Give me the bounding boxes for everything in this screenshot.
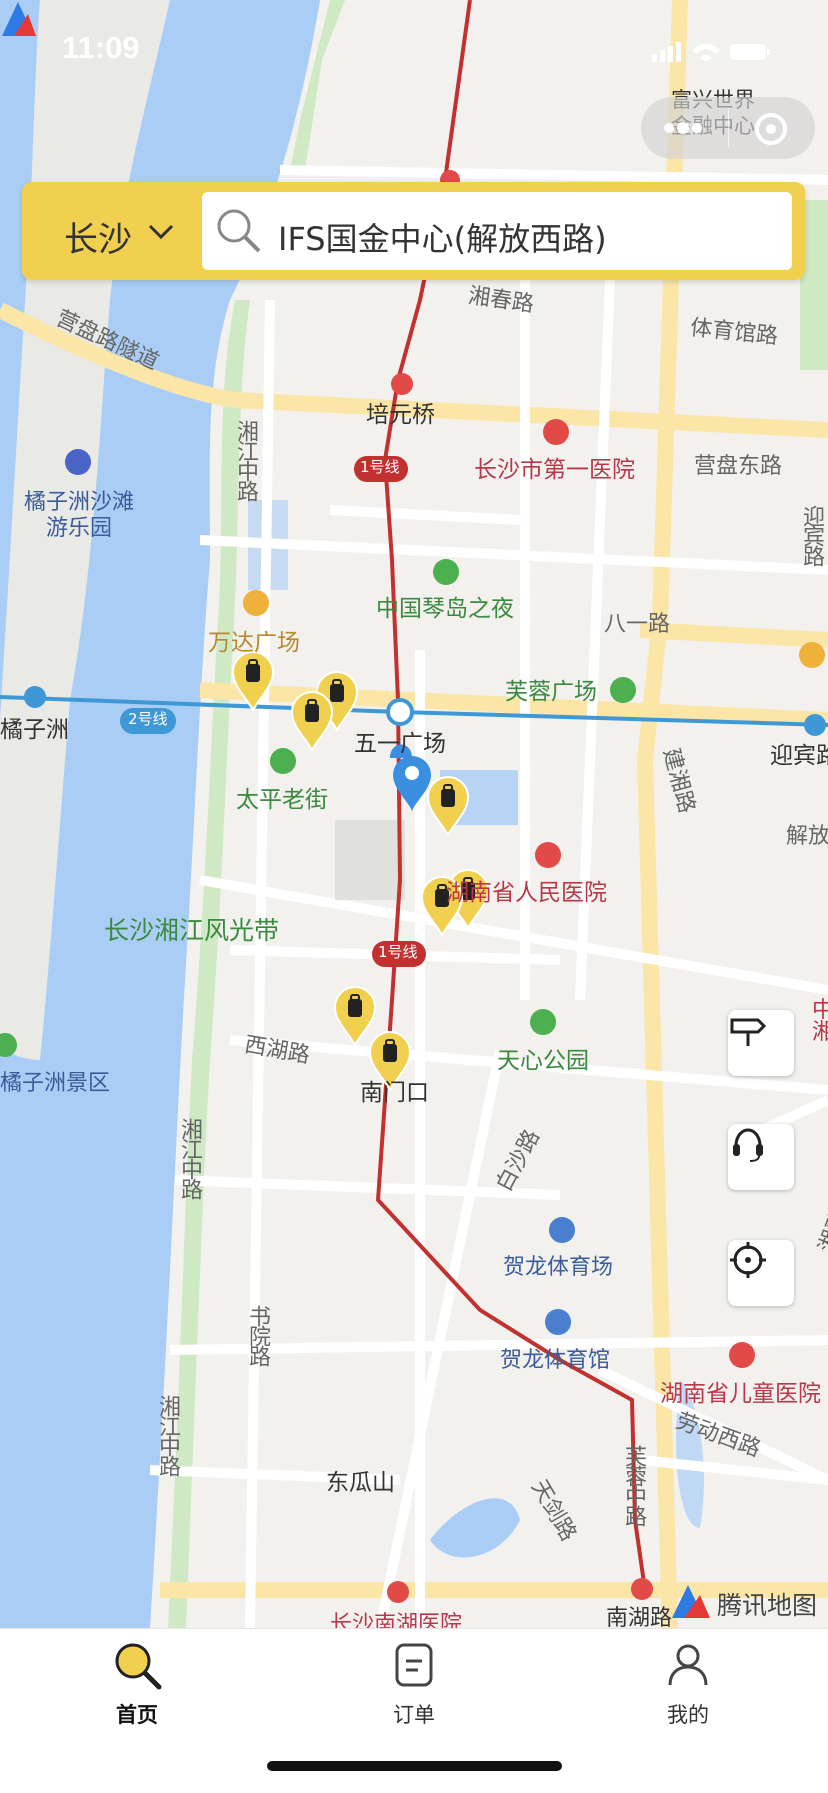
metro-station-label: 南门口 (360, 1080, 429, 1106)
road-label: 营盘东路 (694, 454, 783, 479)
nav-orders-label: 订单 (393, 1703, 435, 1727)
nav-profile[interactable]: 我的 (628, 1639, 748, 1739)
map-provider-label: 腾讯地图 (717, 1591, 818, 1620)
hospital-label: 长沙南湖医院 (330, 1612, 463, 1629)
poi-label: 贺龙体育场 (503, 1255, 614, 1280)
home-indicator (267, 1761, 562, 1771)
nav-home[interactable]: 首页 (77, 1639, 197, 1739)
poi-label: 长沙湘江风光带 (104, 916, 280, 945)
metro-station-label: 迎宾路 (770, 743, 828, 769)
luggage-pin-icon (231, 651, 275, 712)
search-bar: 长沙 IFS国金中心(解放西路) (22, 182, 805, 280)
customer-service-button[interactable] (728, 1124, 794, 1190)
nav-profile-label: 我的 (667, 1703, 709, 1727)
road-label: 书院路 (245, 1305, 270, 1365)
route-button[interactable] (728, 1010, 794, 1076)
hospital-label: 湖南省儿童医院 (660, 1381, 821, 1407)
capsule-divider (728, 109, 729, 147)
road-label: 八一路 (604, 612, 671, 637)
hospital-label: 长沙市第一医院 (474, 457, 635, 483)
storage-pin[interactable] (426, 775, 470, 837)
road-label: 迎宾路 (799, 505, 824, 565)
poi-label: 东瓜山 (326, 1470, 395, 1496)
hospital-label: 中湘 (812, 998, 828, 1045)
poi-label: 太平老街 (236, 787, 328, 813)
nav-orders[interactable]: 订单 (354, 1639, 474, 1739)
signpost-icon (730, 1018, 767, 1046)
road-label: 湘江中路 (177, 1118, 202, 1198)
metro-station-label: 南湖路 (606, 1606, 673, 1629)
status-time: 11:09 (62, 30, 140, 65)
headset-icon (733, 1128, 763, 1162)
road-label: 湘江中路 (233, 420, 258, 500)
search-input[interactable]: IFS国金中心(解放西路) (202, 192, 792, 270)
poi-label: 万达广场 (208, 630, 300, 656)
profile-icon (668, 1644, 708, 1686)
metro-line-badge: 1号线 (378, 943, 418, 961)
metro-station-label: 橘子洲 (0, 717, 69, 743)
chevron-down-icon[interactable] (146, 216, 176, 246)
hospital-label: 湖南省人民医院 (446, 880, 607, 906)
more-icon (664, 122, 702, 134)
crosshair-icon (730, 1242, 766, 1278)
poi-label: 橘子洲景区 (0, 1071, 111, 1096)
luggage-pin-icon (290, 691, 334, 752)
signal-wifi-battery-icons (652, 42, 770, 62)
search-icon (217, 209, 261, 253)
metro-line-badge: 1号线 (360, 458, 400, 476)
locate-button[interactable] (728, 1240, 794, 1306)
metro-station-label: 五一广场 (354, 731, 446, 757)
luggage-pin-icon (426, 776, 470, 837)
miniprogram-capsule[interactable] (641, 97, 815, 159)
road-label: 解放西路 (786, 824, 828, 849)
close-icon (755, 113, 787, 145)
poi-label: 中国琴岛之夜 (376, 596, 514, 622)
road-label: 湘江中路 (155, 1395, 180, 1475)
search-query-text: IFS国金中心(解放西路) (278, 220, 607, 258)
storage-pin[interactable] (231, 650, 275, 712)
poi-label: 天心公园 (497, 1048, 589, 1074)
order-icon (395, 1643, 433, 1687)
status-bar: 11:09 (0, 0, 828, 96)
search-icon (115, 1643, 162, 1690)
poi-label: 贺龙体育馆 (500, 1348, 611, 1373)
metro-station-label: 培元桥 (366, 402, 435, 428)
poi-label: 芙蓉广场 (505, 679, 597, 705)
city-selector[interactable]: 长沙 (64, 212, 132, 261)
metro-line-badge: 2号线 (128, 710, 168, 728)
nav-home-label: 首页 (116, 1703, 158, 1727)
road-label: 芙蓉中路 (621, 1445, 646, 1525)
poi-label: 橘子洲沙滩游乐园 (23, 490, 134, 541)
storage-pin[interactable] (290, 690, 334, 752)
